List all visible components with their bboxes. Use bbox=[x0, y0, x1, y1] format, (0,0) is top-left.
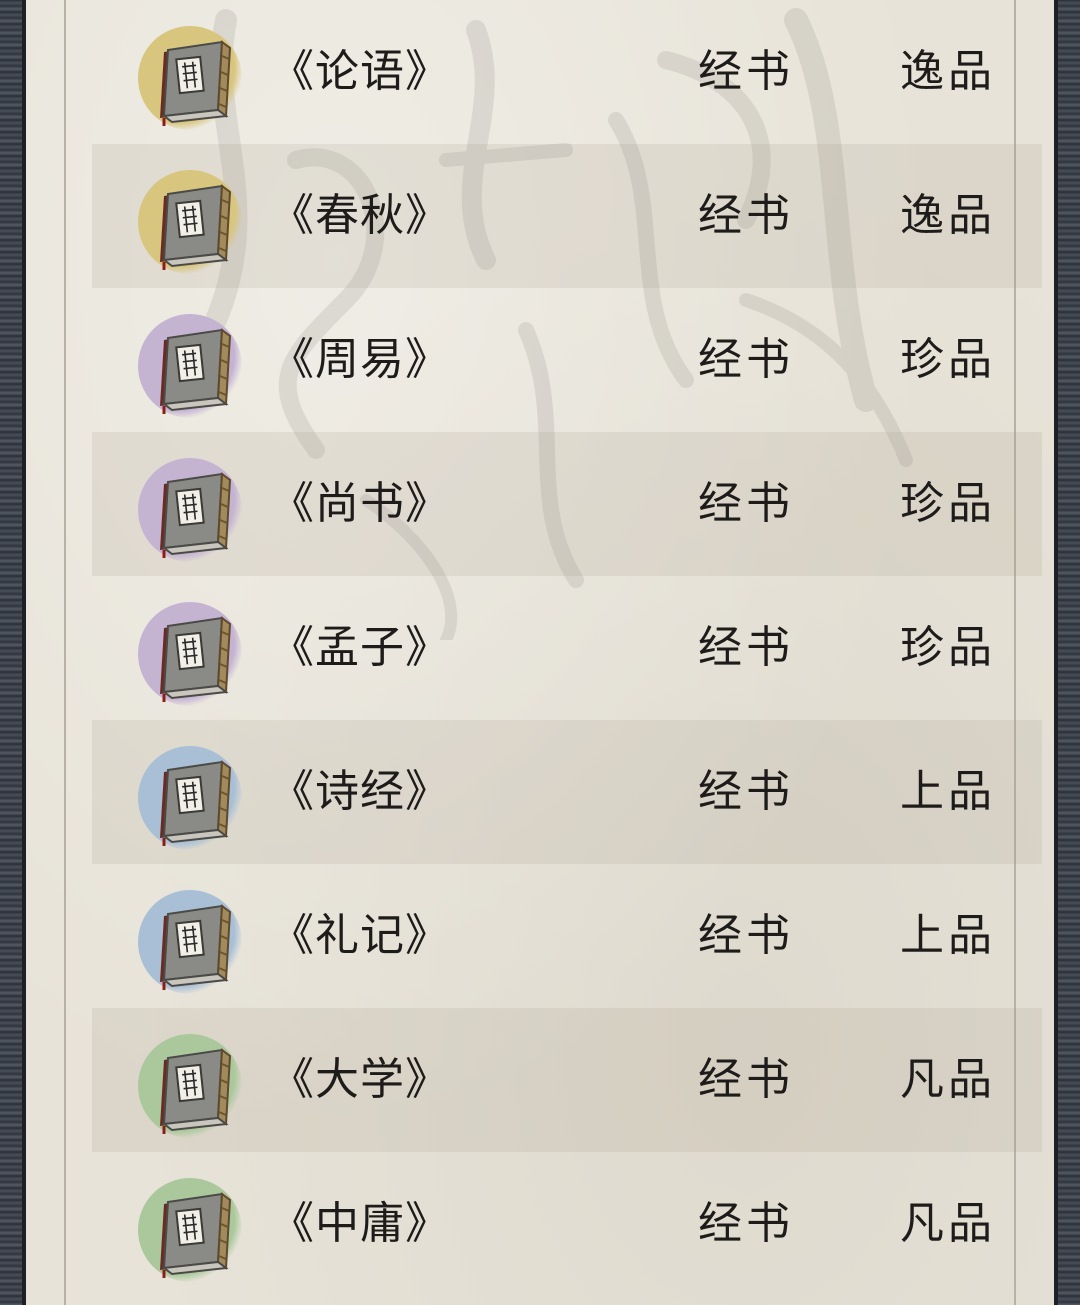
book-icon bbox=[134, 598, 250, 708]
list-item[interactable]: 《诗经》 经书 上品 bbox=[92, 720, 1042, 864]
book-icon bbox=[134, 22, 250, 132]
frame-right-border bbox=[1054, 0, 1080, 1305]
list-item[interactable]: 《周易》 经书 珍品 bbox=[92, 288, 1042, 432]
book-grade: 珍品 bbox=[900, 478, 996, 529]
book-grade: 逸品 bbox=[900, 190, 996, 241]
book-grade: 逸品 bbox=[900, 46, 996, 97]
list-item[interactable]: 《尚书》 经书 珍品 bbox=[92, 432, 1042, 576]
book-name: 《论语》 bbox=[270, 46, 450, 97]
book-grade: 珍品 bbox=[900, 622, 996, 673]
book-type: 经书 bbox=[698, 334, 794, 385]
list-item[interactable]: 《中庸》 经书 凡品 bbox=[92, 1152, 1042, 1296]
list-item[interactable]: 《孟子》 经书 珍品 bbox=[92, 576, 1042, 720]
book-name: 《孟子》 bbox=[270, 622, 450, 673]
book-name: 《春秋》 bbox=[270, 190, 450, 241]
book-type: 经书 bbox=[698, 46, 794, 97]
list-item[interactable]: 《礼记》 经书 上品 bbox=[92, 864, 1042, 1008]
book-name: 《诗经》 bbox=[270, 766, 450, 817]
book-type: 经书 bbox=[698, 910, 794, 961]
book-name: 《中庸》 bbox=[270, 1198, 450, 1249]
book-grade: 凡品 bbox=[900, 1054, 996, 1105]
book-icon bbox=[134, 742, 250, 852]
list-item[interactable]: 《论语》 经书 逸品 bbox=[92, 0, 1042, 144]
book-name: 《尚书》 bbox=[270, 478, 450, 529]
book-type: 经书 bbox=[698, 622, 794, 673]
list-item[interactable]: 《大学》 经书 凡品 bbox=[92, 1008, 1042, 1152]
book-grade: 上品 bbox=[900, 910, 996, 961]
book-name: 《礼记》 bbox=[270, 910, 450, 961]
book-icon bbox=[134, 310, 250, 420]
book-grade: 珍品 bbox=[900, 334, 996, 385]
frame-left-border bbox=[0, 0, 26, 1305]
book-icon bbox=[134, 1030, 250, 1140]
book-icon bbox=[134, 1174, 250, 1284]
book-name: 《周易》 bbox=[270, 334, 450, 385]
book-type: 经书 bbox=[698, 766, 794, 817]
book-type: 经书 bbox=[698, 1198, 794, 1249]
paper-panel: 《论语》 经书 逸品 《春秋》 经书 逸品 《周易》 经书 珍品 《尚书》 经书… bbox=[26, 0, 1054, 1305]
book-grade: 上品 bbox=[900, 766, 996, 817]
book-icon bbox=[134, 166, 250, 276]
book-type: 经书 bbox=[698, 1054, 794, 1105]
panel-rule-left bbox=[64, 0, 66, 1305]
book-type: 经书 bbox=[698, 478, 794, 529]
book-grade: 凡品 bbox=[900, 1198, 996, 1249]
book-icon bbox=[134, 454, 250, 564]
book-type: 经书 bbox=[698, 190, 794, 241]
book-name: 《大学》 bbox=[270, 1054, 450, 1105]
list-item[interactable]: 《春秋》 经书 逸品 bbox=[92, 144, 1042, 288]
book-icon bbox=[134, 886, 250, 996]
book-list: 《论语》 经书 逸品 《春秋》 经书 逸品 《周易》 经书 珍品 《尚书》 经书… bbox=[92, 0, 1042, 1296]
